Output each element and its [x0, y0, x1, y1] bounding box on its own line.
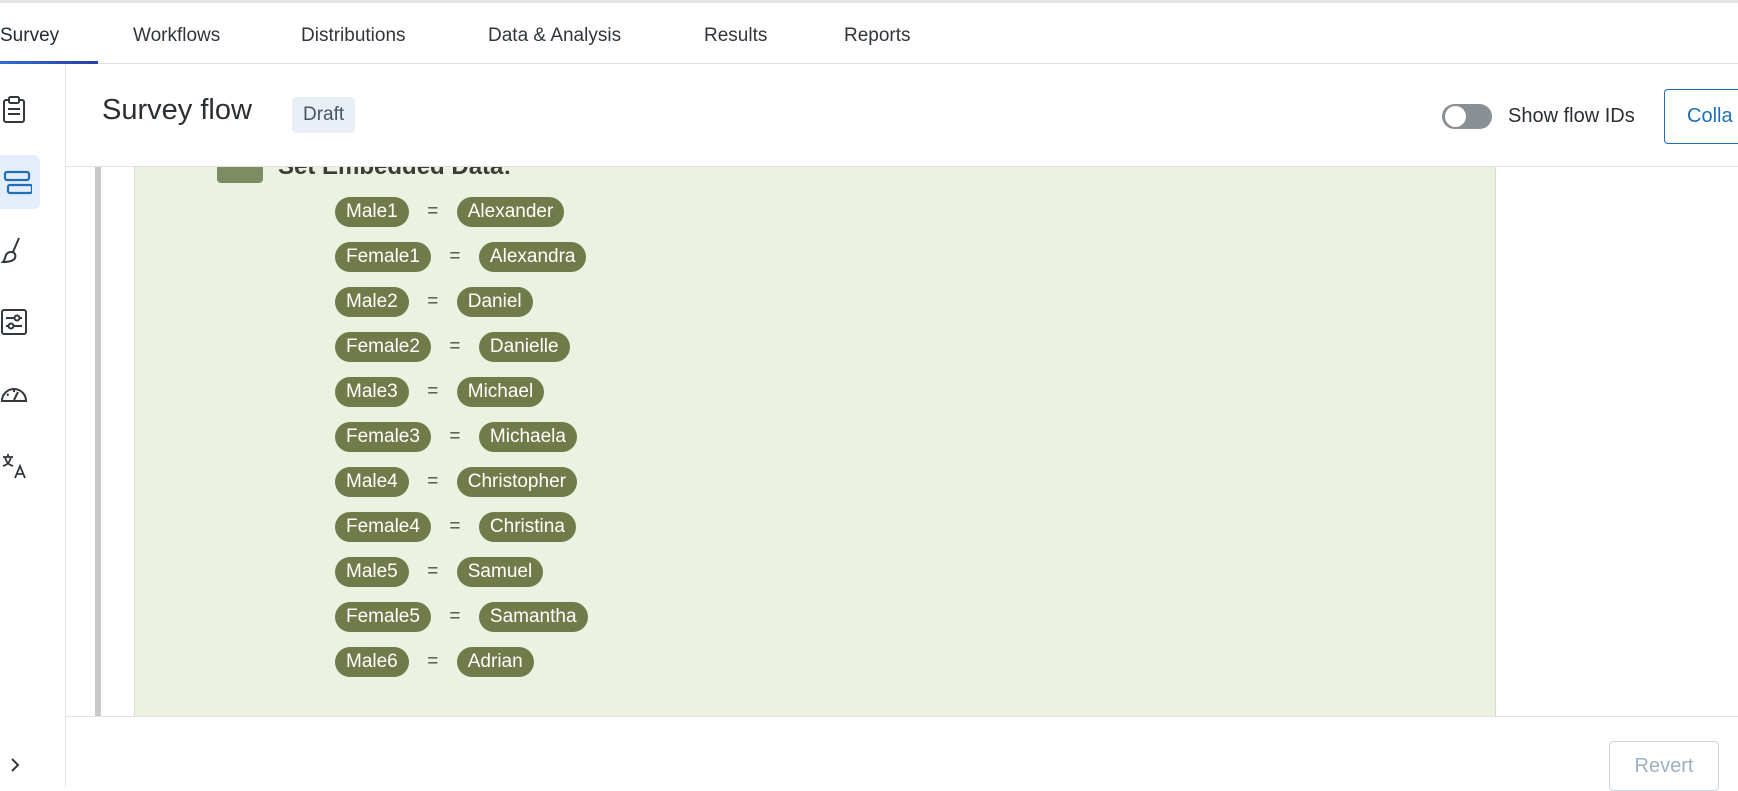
- translate-icon[interactable]: [0, 443, 34, 489]
- flow-rail: [95, 167, 101, 716]
- status-badge: Draft: [292, 97, 356, 133]
- field-value-pill[interactable]: Samuel: [456, 557, 544, 587]
- equals-sign: =: [427, 381, 439, 402]
- page-title: Survey flow: [102, 94, 252, 126]
- equals-sign: =: [427, 291, 439, 312]
- embedded-data-row: Female5 = Samantha: [335, 602, 588, 632]
- tab-reports[interactable]: Reports: [844, 25, 911, 47]
- gauge-icon[interactable]: [0, 371, 34, 417]
- options-sliders-icon[interactable]: [0, 299, 34, 345]
- block-title: Set Embedded Data:: [278, 167, 511, 181]
- field-value-pill[interactable]: Alexandra: [478, 242, 587, 272]
- equals-sign: =: [449, 516, 461, 537]
- embedded-data-row: Female4 = Christina: [335, 512, 576, 542]
- equals-sign: =: [427, 561, 439, 582]
- field-name-pill[interactable]: Female3: [335, 422, 431, 452]
- embedded-data-block: Set Embedded Data: Male1 = Alexander Fem…: [134, 167, 1496, 716]
- page-header: Survey flow Draft Show flow IDs Colla: [66, 64, 1738, 167]
- survey-flow-icon[interactable]: [0, 155, 40, 209]
- tab-data-analysis[interactable]: Data & Analysis: [488, 25, 621, 47]
- embedded-data-icon: [217, 167, 263, 183]
- field-name-pill[interactable]: Male3: [335, 377, 409, 407]
- toggle-knob: [1445, 106, 1466, 127]
- embedded-data-row: Male2 = Daniel: [335, 287, 533, 317]
- show-flow-ids-toggle[interactable]: [1442, 104, 1492, 129]
- equals-sign: =: [449, 336, 461, 357]
- field-value-pill[interactable]: Michael: [456, 377, 545, 407]
- embedded-data-row: Male4 = Christopher: [335, 467, 577, 497]
- collapse-button[interactable]: Colla: [1664, 89, 1738, 144]
- equals-sign: =: [427, 651, 439, 672]
- equals-sign: =: [449, 606, 461, 627]
- embedded-data-row: Male6 = Adrian: [335, 647, 534, 677]
- left-sidebar: [0, 64, 66, 787]
- field-name-pill[interactable]: Female1: [335, 242, 431, 272]
- chevron-right-icon[interactable]: [6, 756, 24, 774]
- field-value-pill[interactable]: Samantha: [478, 602, 588, 632]
- embedded-data-row: Female1 = Alexandra: [335, 242, 587, 272]
- embedded-data-row: Female2 = Danielle: [335, 332, 570, 362]
- show-flow-ids-label: Show flow IDs: [1508, 105, 1635, 127]
- tab-results[interactable]: Results: [704, 25, 767, 47]
- field-name-pill[interactable]: Male6: [335, 647, 409, 677]
- revert-button[interactable]: Revert: [1609, 741, 1719, 791]
- equals-sign: =: [449, 426, 461, 447]
- field-name-pill[interactable]: Male4: [335, 467, 409, 497]
- tab-survey[interactable]: Survey: [0, 25, 59, 47]
- survey-flow-canvas: Set Embedded Data: Male1 = Alexander Fem…: [66, 167, 1738, 716]
- field-name-pill[interactable]: Female5: [335, 602, 431, 632]
- tab-distributions[interactable]: Distributions: [301, 25, 406, 47]
- field-name-pill[interactable]: Female4: [335, 512, 431, 542]
- equals-sign: =: [427, 201, 439, 222]
- field-value-pill[interactable]: Danielle: [478, 332, 570, 362]
- equals-sign: =: [427, 471, 439, 492]
- field-name-pill[interactable]: Male1: [335, 197, 409, 227]
- field-value-pill[interactable]: Christopher: [456, 467, 577, 497]
- tab-workflows[interactable]: Workflows: [133, 25, 220, 47]
- page-footer: Revert: [66, 716, 1738, 791]
- field-value-pill[interactable]: Christina: [478, 512, 576, 542]
- embedded-data-row: Male1 = Alexander: [335, 197, 565, 227]
- field-value-pill[interactable]: Alexander: [456, 197, 565, 227]
- field-name-pill[interactable]: Male5: [335, 557, 409, 587]
- field-name-pill[interactable]: Female2: [335, 332, 431, 362]
- embedded-data-row: Male3 = Michael: [335, 377, 545, 407]
- embedded-data-row: Male5 = Samuel: [335, 557, 544, 587]
- clipboard-icon[interactable]: [0, 86, 34, 132]
- field-value-pill[interactable]: Adrian: [456, 647, 534, 677]
- equals-sign: =: [449, 246, 461, 267]
- top-navigation: Survey Workflows Distributions Data & An…: [0, 0, 1738, 65]
- field-value-pill[interactable]: Daniel: [456, 287, 533, 317]
- paintbrush-icon[interactable]: [0, 227, 34, 273]
- embedded-data-row: Female3 = Michaela: [335, 422, 577, 452]
- field-value-pill[interactable]: Michaela: [478, 422, 577, 452]
- field-name-pill[interactable]: Male2: [335, 287, 409, 317]
